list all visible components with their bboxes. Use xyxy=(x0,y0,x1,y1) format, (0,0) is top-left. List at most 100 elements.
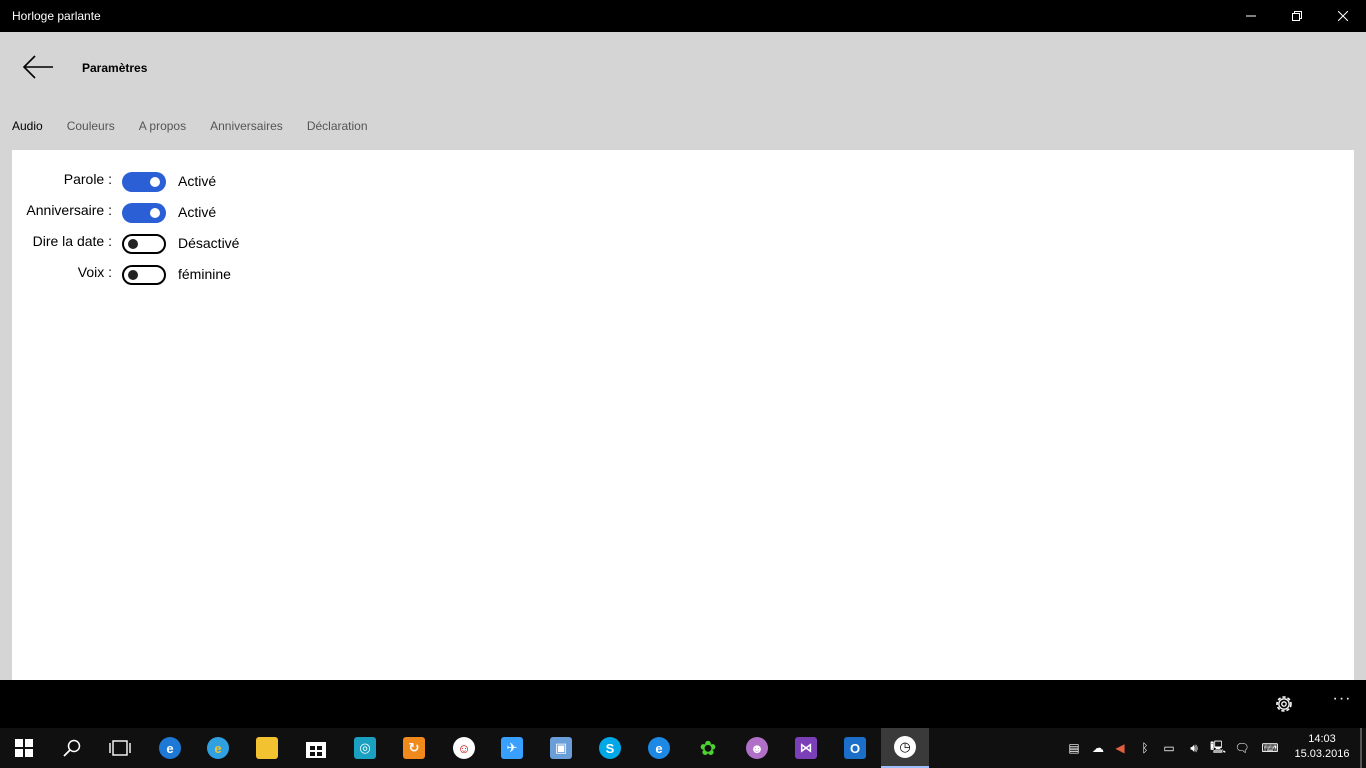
messenger-app[interactable]: ☻ xyxy=(733,728,781,768)
setting-label: Dire la date : xyxy=(32,233,112,249)
keyboard-icon: ⌨ xyxy=(1261,741,1279,755)
settings-button[interactable] xyxy=(1270,692,1298,716)
tab-a-propos[interactable]: A propos xyxy=(139,119,186,133)
setting-label: Parole : xyxy=(63,171,112,187)
close-icon xyxy=(1338,11,1348,21)
tab-audio[interactable]: Audio xyxy=(12,119,43,133)
setting-label: Anniversaire : xyxy=(26,202,112,218)
edge-dark-app[interactable]: e xyxy=(635,728,683,768)
tab-couleurs[interactable]: Couleurs xyxy=(67,119,115,133)
anniversaire-toggle[interactable] xyxy=(122,203,166,223)
setting-row-voix: Voix : féminine xyxy=(12,264,412,286)
setting-state: féminine xyxy=(178,266,231,282)
app-orange-icon: ↻ xyxy=(403,737,425,759)
talking-clock-icon: ◷ xyxy=(894,736,916,758)
window-title: Horloge parlante xyxy=(12,9,101,23)
clock-date: 15.03.2016 xyxy=(1294,748,1350,760)
network-connection[interactable]: 🖳︎ xyxy=(1207,728,1229,768)
back-arrow-icon xyxy=(22,55,53,79)
battery-icon: ▭ xyxy=(1163,741,1175,755)
app-tray-item[interactable]: ◀ xyxy=(1111,728,1129,768)
settings-content: Parole : Activé Anniversaire : Activé Di… xyxy=(12,150,1354,680)
plane-app-icon: ✈ xyxy=(501,737,523,759)
setting-state: Désactivé xyxy=(178,235,240,251)
photos-app-icon: ▣ xyxy=(550,737,572,759)
outlook-icon: O xyxy=(844,737,866,759)
messenger-icon: ☻ xyxy=(746,737,768,759)
setting-row-dire-la-date: Dire la date : Désactivé xyxy=(12,233,412,255)
close-button[interactable] xyxy=(1320,0,1366,32)
more-button[interactable]: ··· xyxy=(1328,690,1356,714)
back-button[interactable] xyxy=(18,50,58,84)
icq-app[interactable]: ✿ xyxy=(684,728,732,768)
task-view-button[interactable] xyxy=(96,728,144,768)
internet-explorer-icon: e xyxy=(207,737,229,759)
voix-toggle[interactable] xyxy=(122,265,166,285)
volume-control[interactable]: 🔊︎ xyxy=(1183,728,1205,768)
toggle-knob xyxy=(128,239,138,249)
tab-declaration[interactable]: Déclaration xyxy=(307,119,368,133)
setting-label: Voix : xyxy=(77,264,112,280)
onedrive-status[interactable]: ☁ xyxy=(1088,728,1108,768)
photos-app[interactable]: ▣ xyxy=(537,728,585,768)
action-center[interactable]: 🗨︎ xyxy=(1231,728,1253,768)
minimize-button[interactable] xyxy=(1228,0,1274,32)
battery-status[interactable]: ▭ xyxy=(1158,728,1180,768)
notifications-icon: 🗨︎ xyxy=(1234,741,1250,755)
setting-row-anniversaire: Anniversaire : Activé xyxy=(12,202,412,224)
touch-keyboard[interactable]: ⌨ xyxy=(1256,728,1284,768)
file-explorer-icon xyxy=(256,737,278,759)
visual-studio-icon: ⋈ xyxy=(795,737,817,759)
setting-row-parole: Parole : Activé xyxy=(12,171,412,193)
bluetooth-icon: ᛒ xyxy=(1141,741,1149,755)
start-icon xyxy=(15,739,33,757)
tab-anniversaires[interactable]: Anniversaires xyxy=(210,119,283,133)
icq-flower-icon: ✿ xyxy=(699,737,717,760)
restore-button[interactable] xyxy=(1274,0,1320,32)
setting-state: Activé xyxy=(178,173,217,189)
talking-clock-app[interactable]: ◷ xyxy=(881,728,929,768)
settings-header: Paramètres Audio Couleurs A propos Anniv… xyxy=(0,32,1366,150)
cloud-icon: ☁ xyxy=(1092,741,1104,755)
clock-time: 14:03 xyxy=(1308,733,1336,745)
title-bar: Horloge parlante xyxy=(0,0,1366,32)
bluetooth-status[interactable]: ᛒ xyxy=(1136,728,1154,768)
tray-app-icon: ◀ xyxy=(1115,741,1125,755)
store-icon xyxy=(306,742,326,758)
minimize-icon xyxy=(1246,15,1256,17)
skype-app[interactable]: S xyxy=(586,728,634,768)
outlook-app[interactable]: O xyxy=(831,728,879,768)
clock-face-app-icon: ☺ xyxy=(453,737,475,759)
toggle-knob xyxy=(150,177,160,187)
setting-state: Activé xyxy=(178,204,217,220)
speaker-icon: 🔊︎ xyxy=(1190,740,1198,755)
taskbar-clock[interactable]: 14:03 15.03.2016 xyxy=(1290,732,1354,762)
app-bar: ··· xyxy=(0,680,1366,728)
search-button[interactable] xyxy=(48,728,96,768)
start-button[interactable] xyxy=(0,728,48,768)
internet-explorer-app[interactable]: e xyxy=(194,728,242,768)
network-status[interactable]: ▤ xyxy=(1064,728,1084,768)
ethernet-icon: 🖳︎ xyxy=(1209,739,1226,754)
restore-icon xyxy=(1292,11,1302,21)
show-desktop-button[interactable] xyxy=(1360,728,1362,768)
orange-app[interactable]: ↻ xyxy=(390,728,438,768)
taskbar: e e ◎ ↻ ☺ ✈ ▣ S e ✿ ☻ ⋈ O ◷ ▤ ☁ ◀ ᛒ ▭ 🔊︎… xyxy=(0,728,1366,768)
edge-app[interactable]: e xyxy=(146,728,194,768)
monitor-network-icon: ▤ xyxy=(1068,741,1080,755)
task-view-icon xyxy=(109,740,131,756)
toggle-knob xyxy=(150,208,160,218)
parole-toggle[interactable] xyxy=(122,172,166,192)
cyan-app[interactable]: ◎ xyxy=(341,728,389,768)
plane-app[interactable]: ✈ xyxy=(488,728,536,768)
search-icon xyxy=(63,739,81,757)
page-title: Paramètres xyxy=(82,61,148,75)
visual-studio-app[interactable]: ⋈ xyxy=(782,728,830,768)
dire-la-date-toggle[interactable] xyxy=(122,234,166,254)
file-explorer-app[interactable] xyxy=(243,728,291,768)
edge-icon: e xyxy=(159,737,181,759)
toggle-knob xyxy=(128,270,138,280)
store-app[interactable] xyxy=(292,728,340,768)
clock-face-app[interactable]: ☺ xyxy=(440,728,488,768)
skype-icon: S xyxy=(599,737,621,759)
